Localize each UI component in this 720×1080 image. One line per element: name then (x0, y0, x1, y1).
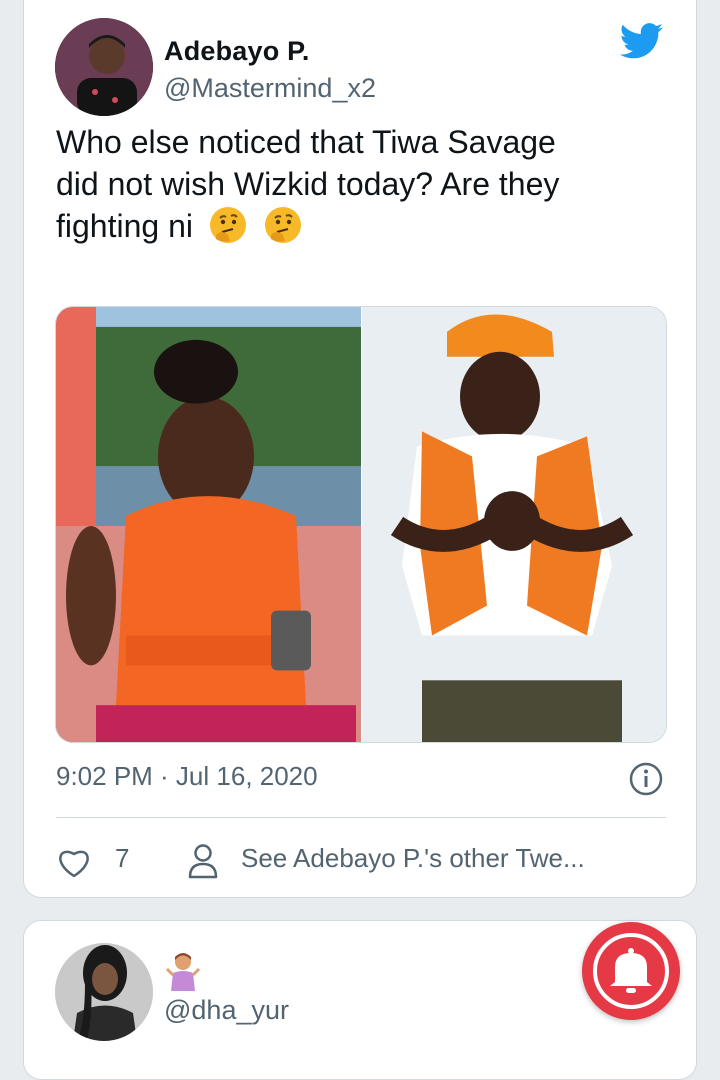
thinking-face-icon (264, 207, 301, 243)
tweet-text-line: Who else noticed that Tiwa Savage (56, 124, 556, 160)
user-handle[interactable]: @Mastermind_x2 (164, 73, 376, 104)
info-icon[interactable] (628, 761, 664, 797)
person-shrugging-icon (165, 953, 201, 991)
tweet-text: Who else noticed that Tiwa Savage did no… (56, 121, 666, 247)
twitter-bird-icon[interactable] (620, 23, 664, 59)
avatar[interactable] (55, 18, 153, 116)
avatar[interactable] (55, 943, 153, 1041)
user-handle[interactable]: @dha_yur (164, 995, 289, 1026)
person-icon[interactable] (188, 843, 218, 879)
tweet-text-line: fighting ni (56, 205, 666, 247)
tweet-text-line: did not wish Wizkid today? Are they (56, 166, 560, 202)
divider (56, 817, 666, 818)
media-photo-right[interactable] (362, 307, 667, 742)
like-count[interactable]: 7 (115, 843, 129, 874)
display-name[interactable]: Adebayo P. (164, 36, 310, 67)
tweet-media[interactable] (55, 306, 667, 743)
media-photo-left[interactable] (56, 307, 361, 742)
heart-icon[interactable] (56, 845, 92, 879)
see-other-tweets-link[interactable]: See Adebayo P.'s other Twe... (241, 843, 585, 874)
tweet-text-line-content: fighting ni (56, 208, 193, 244)
tweet-card[interactable]: Adebayo P. @Mastermind_x2 Who else notic… (23, 0, 697, 898)
notification-button[interactable] (582, 922, 680, 1020)
tweet-timestamp[interactable]: 9:02 PM · Jul 16, 2020 (56, 761, 318, 792)
thinking-face-icon (209, 207, 246, 243)
bell-icon (593, 933, 669, 1009)
